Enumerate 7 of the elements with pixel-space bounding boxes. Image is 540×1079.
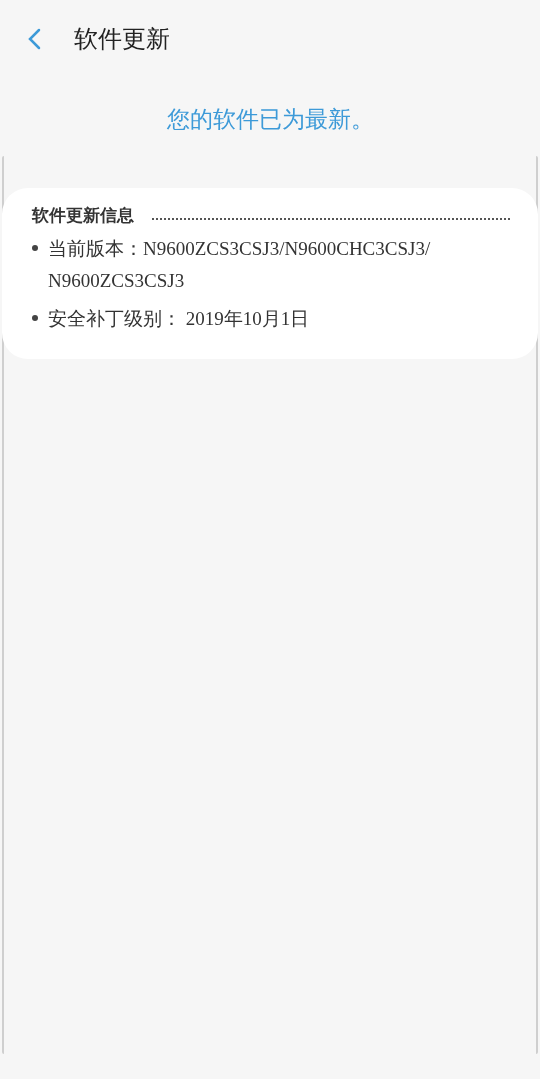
info-text: 安全补丁级别： 2019年10月1日 — [48, 307, 310, 331]
bullet-icon — [32, 315, 38, 321]
status-message: 您的软件已为最新。 — [165, 105, 375, 134]
bullet-icon — [32, 245, 38, 251]
info-text: 当前版本：N9600ZCS3CSJ3/N9600CHC3CSJ3/N9600ZCS3CSJ3 — [48, 237, 432, 293]
page-title: 软件更新 — [74, 24, 170, 55]
card-title: 软件更新信息 — [32, 204, 134, 227]
